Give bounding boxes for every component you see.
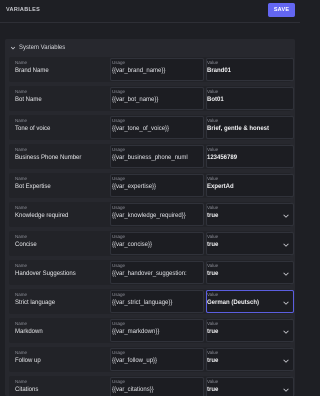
variable-usage: {{var_strict_language}} (112, 300, 173, 306)
value-cell: Value true (207, 350, 293, 370)
variable-name: Bot Name (15, 97, 42, 103)
variable-name: Citations (15, 387, 39, 393)
name-cell: Name Markdown (15, 321, 107, 341)
variable-usage: {{var_handover_suggestion: (112, 271, 187, 277)
variable-value: Bot01 (207, 97, 224, 103)
variable-row: Name Markdown Usage {{var_markdown}} Val… (9, 318, 294, 343)
variable-value: true (207, 213, 219, 219)
variable-value: true (207, 358, 219, 364)
usage-cell: Usage {{var_markdown}} (112, 321, 204, 341)
variable-name: Handover Suggestions (15, 271, 76, 277)
variable-value: true (207, 271, 219, 277)
value-cell: Value Brief, gentle & honest (207, 118, 293, 138)
variable-value: true (207, 242, 219, 248)
variable-name: Brand Name (15, 68, 49, 74)
name-cell: Name Follow up (15, 350, 107, 370)
usage-cell: Usage {{var_bot_name}} (112, 89, 204, 109)
usage-cell: Usage {{var_strict_language}} (112, 292, 204, 312)
variable-name: Strict language (15, 300, 56, 306)
variable-row: Name Follow up Usage {{var_follow_up}} V… (9, 347, 294, 372)
variable-name: Follow up (15, 358, 41, 364)
variable-usage: {{var_concise}} (112, 242, 153, 248)
value-cell: Value true (207, 321, 293, 341)
value-cell: Value true (207, 263, 293, 283)
usage-cell: Usage {{var_tone_of_voice}} (112, 118, 204, 138)
top-bar: VARIABLES SAVE (0, 0, 300, 19)
name-cell: Name Bot Expertise (15, 176, 107, 196)
variable-usage: {{var_tone_of_voice}} (112, 126, 170, 132)
variable-name: Markdown (15, 329, 43, 335)
name-cell: Name Handover Suggestions (15, 263, 107, 283)
variable-name: Business Phone Number (15, 155, 82, 161)
variable-name: Bot Expertise (15, 184, 51, 190)
variable-value: true (207, 387, 219, 393)
variable-row: Name Brand Name Usage {{var_brand_name}}… (9, 57, 294, 82)
value-cell: Value German (Deutsch) (207, 292, 293, 312)
variable-usage: {{var_follow_up}} (112, 358, 158, 364)
value-cell: Value 123456789 (207, 147, 293, 167)
variable-row: Name Strict language Usage {{var_strict_… (9, 289, 294, 314)
variable-row: Name Business Phone Number Usage {{var_b… (9, 144, 294, 169)
value-cell: Value ExpertAd (207, 176, 293, 196)
name-cell: Name Bot Name (15, 89, 107, 109)
variable-row: Name Bot Expertise Usage {{var_expertise… (9, 173, 294, 198)
variable-value: 123456789 (207, 155, 238, 161)
variable-value: German (Deutsch) (207, 300, 260, 306)
variable-row: Name Bot Name Usage {{var_bot_name}} Val… (9, 86, 294, 111)
variable-row: Name Knowledge required Usage {{var_know… (9, 202, 294, 227)
variable-row: Name Citations Usage {{var_citations}} V… (9, 376, 294, 396)
variable-row: Name Concise Usage {{var_concise}} Value… (9, 231, 294, 256)
value-cell: Value true (207, 234, 293, 254)
value-cell: Value true (207, 205, 293, 225)
value-cell: Value true (207, 379, 293, 396)
page-title: VARIABLES (6, 6, 41, 13)
usage-cell: Usage {{var_follow_up}} (112, 350, 204, 370)
variable-row: Name Handover Suggestions Usage {{var_ha… (9, 260, 294, 285)
name-cell: Name Knowledge required (15, 205, 107, 225)
variable-value: Brand01 (207, 68, 232, 74)
variable-value: ExpertAd (207, 184, 234, 190)
variable-usage: {{var_brand_name}} (112, 68, 166, 74)
name-cell: Name Business Phone Number (15, 147, 107, 167)
variables-list: Name Brand Name Usage {{var_brand_name}}… (5, 57, 295, 396)
usage-cell: Usage {{var_brand_name}} (112, 60, 204, 80)
section-toggle[interactable]: System Variables (5, 39, 295, 57)
usage-cell: Usage {{var_business_phone_numl (112, 147, 204, 167)
value-cell: Value Bot01 (207, 89, 293, 109)
variable-value: Brief, gentle & honest (207, 126, 270, 132)
variable-usage: {{var_citations}} (112, 387, 154, 393)
system-variables-panel: System Variables Name Brand Name Usage {… (5, 39, 295, 396)
variable-usage: {{var_business_phone_numl (112, 155, 188, 161)
usage-cell: Usage {{var_handover_suggestion: (112, 263, 204, 283)
variable-name: Concise (15, 242, 37, 248)
name-cell: Name Strict language (15, 292, 107, 312)
name-cell: Name Brand Name (15, 60, 107, 80)
name-cell: Name Tone of voice (15, 118, 107, 138)
variable-usage: {{var_knowledge_required}} (112, 213, 186, 219)
usage-cell: Usage {{var_knowledge_required}} (112, 205, 204, 225)
header-divider (0, 22, 300, 23)
variable-name: Knowledge required (15, 213, 69, 219)
variable-name: Tone of voice (15, 126, 51, 132)
name-cell: Name Concise (15, 234, 107, 254)
chevron-down-icon (10, 46, 16, 50)
usage-cell: Usage {{var_citations}} (112, 379, 204, 396)
name-cell: Name Citations (15, 379, 107, 396)
variable-usage: {{var_expertise}} (112, 184, 157, 190)
variable-row: Name Tone of voice Usage {{var_tone_of_v… (9, 115, 294, 140)
usage-cell: Usage {{var_expertise}} (112, 176, 204, 196)
usage-cell: Usage {{var_concise}} (112, 234, 204, 254)
save-button[interactable]: SAVE (268, 2, 295, 17)
variable-usage: {{var_bot_name}} (112, 97, 159, 103)
section-title: System Variables (19, 45, 66, 51)
value-cell: Value Brand01 (207, 60, 293, 80)
variable-usage: {{var_markdown}} (112, 329, 160, 335)
variable-value: true (207, 329, 219, 335)
